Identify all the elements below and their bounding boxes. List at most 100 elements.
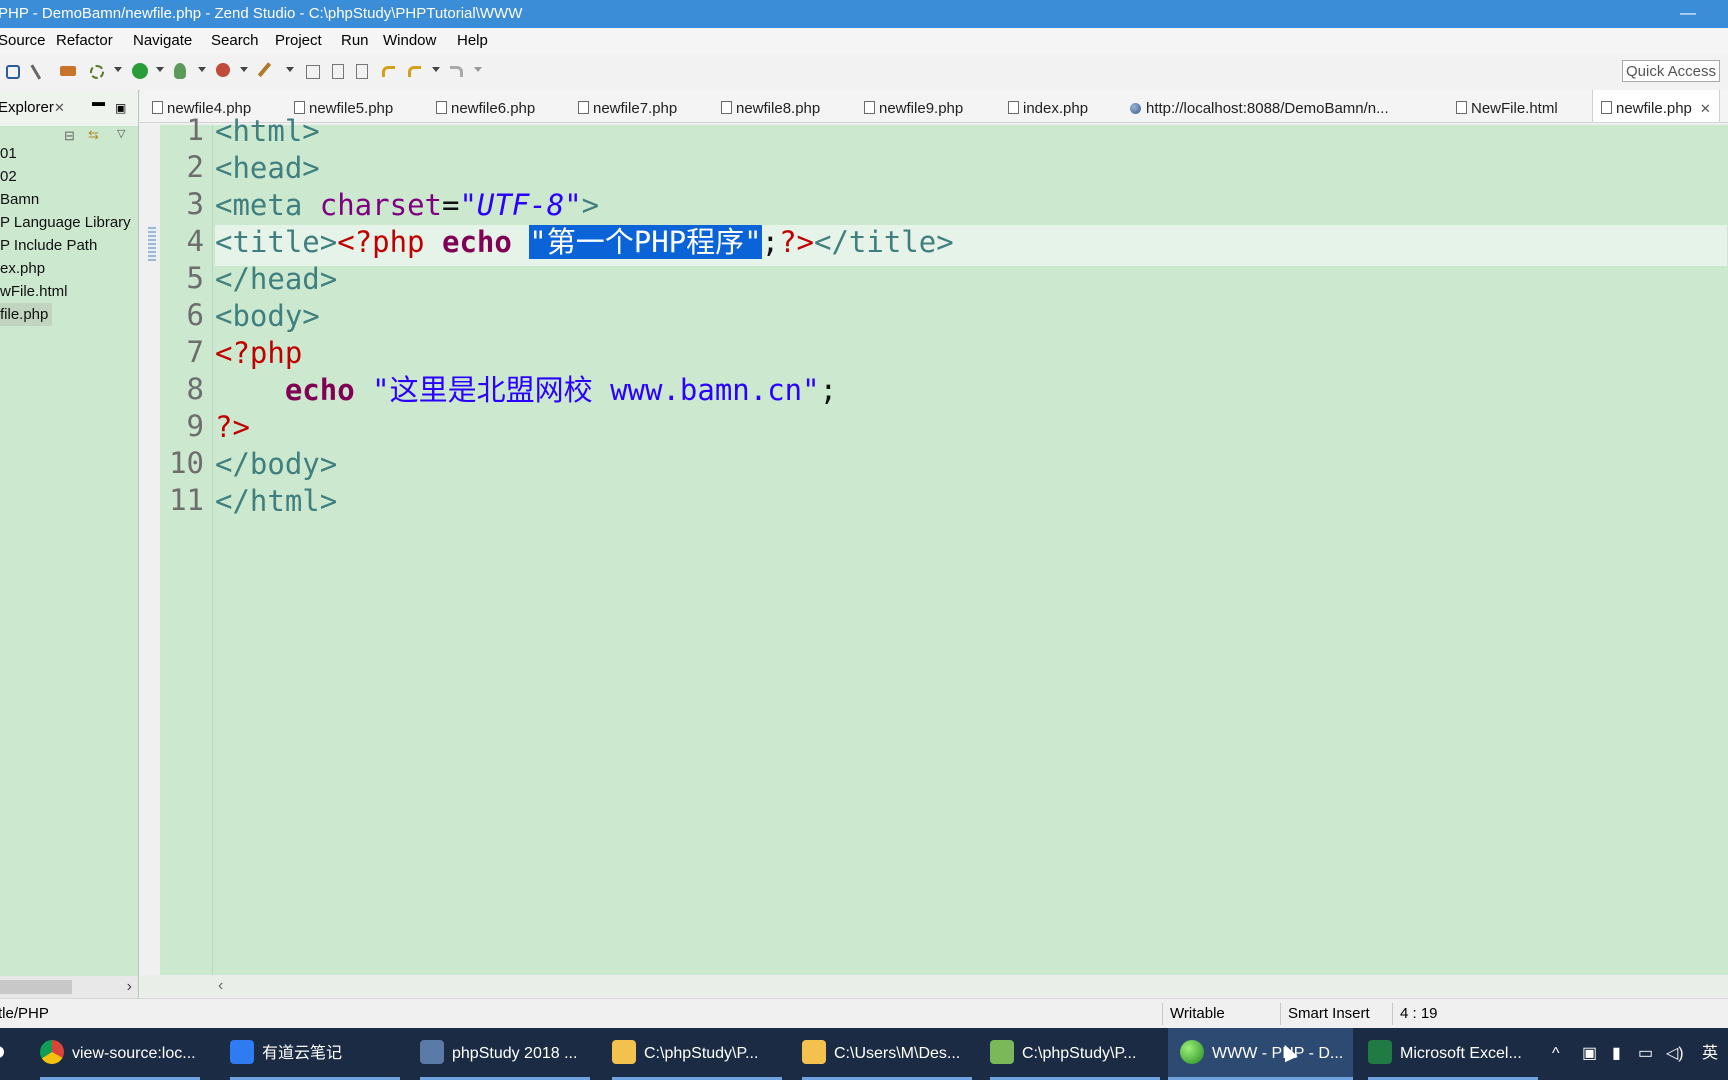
html-tag: <head> (215, 151, 320, 185)
open-type-icon[interactable] (306, 65, 320, 79)
package-icon[interactable] (60, 66, 76, 76)
external-tools-icon[interactable] (216, 63, 230, 77)
taskbar-item-chrome[interactable]: view-source:loc... (40, 1028, 200, 1080)
tab-newfile-php[interactable]: newfile.php ✕ (1592, 90, 1720, 122)
explorer-horizontal-scrollbar[interactable]: › (0, 976, 138, 998)
taskbar-item-folder-users[interactable]: C:\Users\M\Des... (802, 1028, 972, 1080)
taskbar-item-phpstudy[interactable]: phpStudy 2018 ... (420, 1028, 590, 1080)
redo-icon[interactable] (450, 66, 463, 77)
ime-indicator[interactable]: 英 (1702, 1028, 1718, 1080)
menu-search[interactable]: Search (211, 28, 259, 54)
close-tab-icon[interactable]: ✕ (1700, 101, 1711, 116)
taskbar-item-excel[interactable]: Microsoft Excel... (1368, 1028, 1538, 1080)
menu-project[interactable]: Project (275, 28, 322, 54)
volume-icon[interactable]: ◁) (1666, 1028, 1684, 1080)
tree-item[interactable]: P Language Library (0, 211, 131, 234)
editor-horizontal-scrollbar[interactable]: ‹ (140, 975, 1728, 997)
view-menu-icon[interactable]: ▽ (117, 127, 125, 140)
php-keyword: echo (441, 225, 512, 259)
wand-dropdown-icon[interactable] (286, 67, 294, 72)
html-tag: </head> (215, 262, 338, 296)
run-icon[interactable] (132, 63, 148, 79)
php-file-icon (721, 101, 732, 114)
html-tag: </title> (814, 225, 954, 259)
quick-access-field[interactable]: Quick Access (1622, 60, 1720, 82)
menu-window[interactable]: Window (383, 28, 436, 54)
toggle-mark-icon[interactable] (356, 64, 368, 79)
tab-newfile7[interactable]: newfile7.php (578, 90, 677, 122)
menu-run[interactable]: Run (341, 28, 369, 54)
php-string: "这里是北盟网校 www.bamn.cn" (354, 373, 820, 407)
html-tag: <title> (215, 225, 338, 259)
menu-help[interactable]: Help (457, 28, 488, 54)
code-text-area[interactable]: <html> <head> <meta charset="UTF-8"> <ti… (215, 114, 1727, 975)
tab-label: newfile8.php (736, 100, 821, 117)
taskbar-item-zend-studio[interactable]: WWW - PHP - D... (1168, 1028, 1353, 1080)
link-editor-icon[interactable]: ⇆ (88, 127, 99, 143)
line-number: 1 (186, 113, 204, 147)
battery-icon[interactable]: ▮ (1612, 1028, 1621, 1080)
line-number: 9 (186, 409, 204, 443)
pin-icon[interactable] (30, 62, 45, 80)
line-number: 3 (186, 187, 204, 221)
save-icon[interactable] (6, 65, 20, 79)
open-resource-icon[interactable] (332, 64, 344, 79)
code-line-7: <?php (215, 333, 302, 374)
line-number: 8 (186, 372, 204, 406)
gutter-separator (212, 125, 213, 975)
run-dropdown-icon[interactable] (156, 67, 164, 72)
menu-source[interactable]: Source (0, 28, 46, 54)
php-close-tag: ?> (779, 225, 814, 259)
tab-label: newfile5.php (309, 100, 394, 117)
tree-item[interactable]: P Include Path (0, 234, 131, 257)
wand-icon[interactable] (257, 62, 275, 80)
profile-dropdown-icon[interactable] (198, 67, 206, 72)
debug-dropdown-icon[interactable] (114, 67, 122, 72)
taskbar-item-youdao[interactable]: 有道云笔记 (230, 1028, 400, 1080)
minimize-icon[interactable]: — (1680, 0, 1696, 28)
tab-label: index.php (1023, 100, 1089, 117)
taskbar-item-folder-phpstudy[interactable]: C:\phpStudy\P... (612, 1028, 782, 1080)
title-bar: PHP - DemoBamn/newfile.php - Zend Studio… (0, 0, 1728, 28)
start-button[interactable] (0, 1028, 12, 1080)
undo-dropdown-icon[interactable] (432, 67, 440, 72)
network-tray-icon[interactable]: ▣ (1582, 1028, 1597, 1080)
tab-browser-localhost[interactable]: http://localhost:8088/DemoBamn/n... (1130, 90, 1389, 122)
tab-newfile6[interactable]: newfile6.php (436, 90, 535, 122)
semicolon: ; (819, 373, 838, 407)
line-number: 11 (169, 483, 204, 517)
tree-item[interactable]: ex.php (0, 257, 131, 280)
folder-icon (802, 1040, 826, 1064)
redo-dropdown-icon[interactable] (474, 67, 482, 72)
scrollbar-thumb[interactable] (0, 980, 72, 994)
debug-icon[interactable] (90, 65, 104, 79)
profile-icon[interactable] (174, 63, 186, 79)
status-separator (1280, 1003, 1281, 1025)
scroll-right-icon[interactable]: › (127, 976, 132, 998)
back-nav-icon[interactable] (382, 66, 395, 77)
tree-item[interactable]: wFile.html (0, 280, 131, 303)
minimize-view-icon[interactable]: ▬ (92, 84, 105, 120)
tree-item[interactable]: Bamn (0, 188, 131, 211)
menu-refactor[interactable]: Refactor (56, 28, 113, 54)
taskbar-item-notepad[interactable]: C:\phpStudy\P... (990, 1028, 1160, 1080)
undo-icon[interactable] (408, 66, 421, 77)
maximize-view-icon[interactable]: ▣ (115, 90, 126, 126)
tree-item-selected[interactable]: file.php (0, 303, 53, 326)
tab-label: newfile6.php (451, 100, 536, 117)
code-line-4: <title><?php echo "第一个PHP程序";?></title> (215, 222, 954, 263)
tab-newfile9[interactable]: newfile9.php (864, 90, 963, 122)
close-icon[interactable]: ✕ (54, 90, 65, 126)
scroll-left-icon[interactable]: ‹ (218, 975, 223, 997)
tree-item[interactable]: 01 (0, 142, 131, 165)
external-tools-dropdown-icon[interactable] (240, 67, 248, 72)
tab-newfile8[interactable]: newfile8.php (721, 90, 820, 122)
code-editor[interactable]: 1 2 3 4 5 6 7 8 9 10 11 <html> <head> <m… (148, 113, 1728, 975)
display-icon[interactable]: ▭ (1638, 1028, 1653, 1080)
menu-navigate[interactable]: Navigate (133, 28, 192, 54)
show-hidden-icons-icon[interactable]: ^ (1552, 1028, 1560, 1080)
tab-index[interactable]: index.php (1008, 90, 1088, 122)
tree-item[interactable]: 02 (0, 165, 131, 188)
tab-newfile-html[interactable]: NewFile.html (1456, 90, 1558, 122)
equals-sign: = (441, 188, 460, 222)
